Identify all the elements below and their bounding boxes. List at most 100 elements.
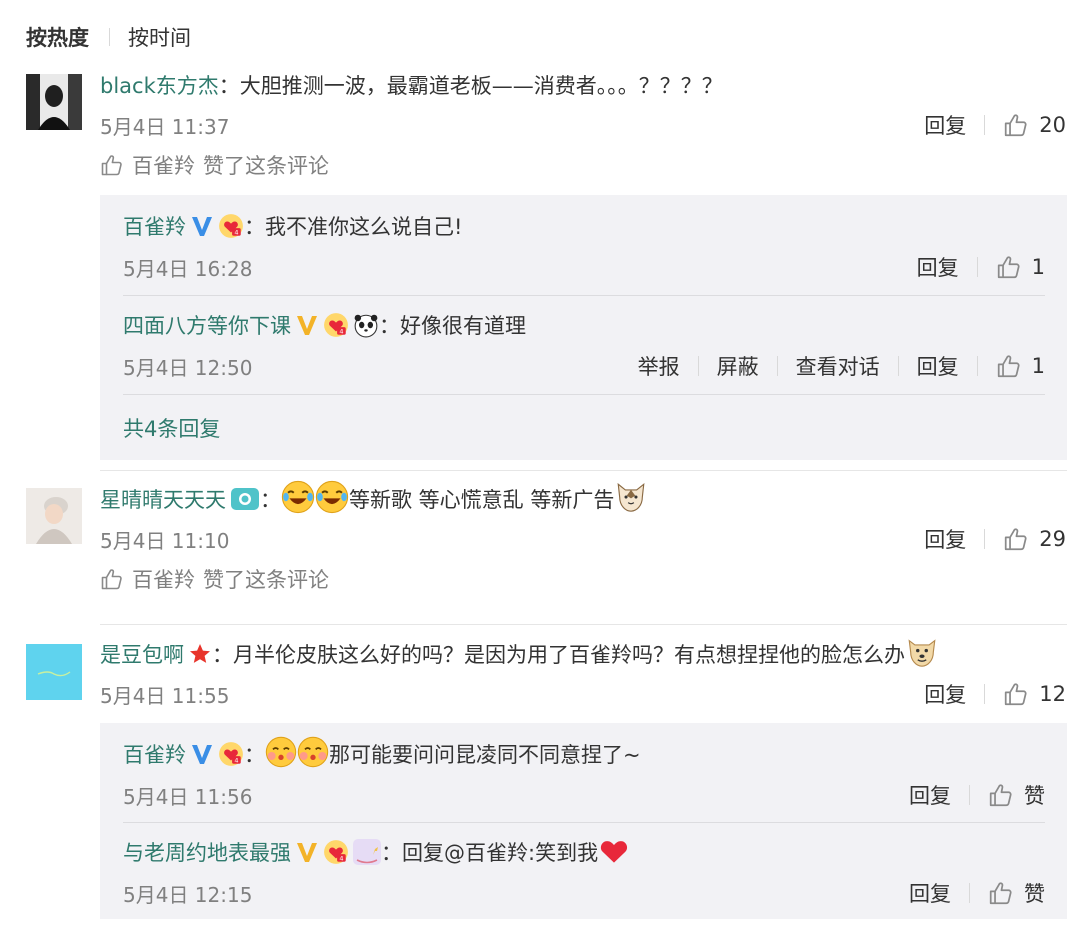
reply-button[interactable]: 回复 (917, 252, 959, 282)
member-heart-icon (323, 839, 349, 865)
like-button[interactable]: 1 (996, 254, 1045, 280)
reply-text: 好像很有道理 (400, 314, 526, 338)
comment-text: 等新歌 等心慌意乱 等新广告 (349, 488, 615, 512)
divider (100, 470, 1067, 471)
avatar[interactable] (26, 644, 82, 700)
reply-username[interactable]: 百雀羚 (123, 211, 186, 241)
more-replies-link[interactable]: 共4条回复 (123, 413, 220, 443)
colon: ： (218, 74, 240, 98)
reply-text: 回复@百雀羚:笑到我 (402, 841, 599, 865)
comment-time: 5月4日 11:10 (100, 528, 230, 553)
reply-button[interactable]: 回复 (909, 780, 951, 810)
reply-button[interactable]: 回复 (924, 524, 966, 554)
divider (976, 257, 978, 277)
laugh-cry-emoji-icon (315, 480, 349, 519)
comment-username[interactable]: 是豆包啊 (100, 639, 184, 669)
thumbs-up-icon (100, 153, 124, 177)
reply-time: 5月4日 16:28 (123, 256, 253, 281)
divider (109, 28, 110, 46)
reply-text: 那可能要问问昆凌同不同意捏了~ (329, 743, 641, 767)
reply-button[interactable]: 回复 (924, 679, 966, 709)
reply-button[interactable]: 回复 (924, 110, 966, 140)
like-button[interactable]: 赞 (988, 780, 1045, 810)
dog-emoji-icon (905, 635, 939, 674)
comment-actions: 回复 12 (924, 679, 1066, 709)
reply-username[interactable]: 与老周约地表最强 (123, 837, 291, 867)
divider (697, 356, 699, 376)
like-button[interactable]: 1 (996, 353, 1045, 379)
comment-text: 大胆推测一波，最霸道老板——消费者。。。？？？？ (239, 74, 723, 98)
cat-emoji-icon (614, 480, 648, 519)
like-label: 赞 (1024, 784, 1045, 808)
reply-body: 百雀羚 ： 那可能要问问昆凌同不同意捏了~ (123, 739, 641, 769)
reply-time: 5月4日 11:56 (123, 784, 253, 809)
like-button[interactable]: 29 (1003, 526, 1066, 552)
colon: ： (212, 643, 233, 667)
colon: ： (244, 743, 265, 767)
like-count: 1 (1031, 354, 1045, 378)
thumbs-up-icon (1003, 526, 1029, 552)
like-button[interactable]: 赞 (988, 878, 1045, 908)
like-button[interactable]: 12 (1003, 681, 1066, 707)
red-heart-icon (598, 834, 630, 871)
author-liked-note: 百雀羚 赞了这条评论 (100, 564, 329, 594)
comment-body: 是豆包啊 ： 月半伦皮肤这么好的吗？是因为用了百雀羚吗？有点想捏捏他的脸怎么办 (100, 639, 939, 669)
divider (969, 883, 970, 903)
like-button[interactable]: 20 (1003, 112, 1066, 138)
divider (123, 822, 1045, 823)
view-dialog-button[interactable]: 查看对话 (796, 351, 880, 381)
reply-button[interactable]: 回复 (909, 878, 951, 908)
thumbs-up-icon (1003, 681, 1029, 707)
like-count: 29 (1039, 527, 1066, 551)
author-liked-note: 百雀羚 赞了这条评论 (100, 150, 329, 180)
liked-by-user[interactable]: 百雀羚 (132, 150, 195, 180)
colon: ： (260, 488, 281, 512)
divider (984, 684, 986, 704)
reply-list: 百雀羚 ： 那可能要问问昆凌同不同意捏了~ 5月4日 11:56 回复 赞 与老… (100, 723, 1067, 919)
divider (984, 529, 986, 549)
divider (123, 295, 1045, 296)
reply-button[interactable]: 回复 (917, 351, 959, 381)
member-heart-icon (218, 741, 244, 767)
verified-gold-icon (295, 313, 319, 337)
comment-username[interactable]: black东方杰 (100, 70, 219, 100)
member-heart-icon (218, 213, 244, 239)
camera-badge-icon (230, 486, 260, 512)
block-button[interactable]: 屏蔽 (717, 351, 759, 381)
star-badge-icon (188, 642, 212, 666)
verified-gold-icon (295, 840, 319, 864)
reply-actions: 举报 屏蔽 查看对话 回复 1 (638, 351, 1045, 381)
thumbs-up-icon (1003, 112, 1029, 138)
report-button[interactable]: 举报 (638, 351, 680, 381)
thumbs-up-icon (996, 254, 1022, 280)
sort-by-hot-tab[interactable]: 按热度 (26, 22, 89, 52)
comment-actions: 回复 29 (924, 524, 1066, 554)
comment-body: black东方杰 ： 大胆推测一波，最霸道老板——消费者。。。？？？？ (100, 70, 723, 100)
reply-text: 我不准你这么说自己! (265, 215, 463, 239)
pinch-face-emoji-icon (265, 736, 297, 773)
like-label: 赞 (1024, 882, 1045, 906)
avatar[interactable] (26, 74, 82, 130)
divider (897, 356, 899, 376)
divider (123, 394, 1045, 395)
reply-time: 5月4日 12:50 (123, 355, 253, 380)
comment-actions: 回复 20 (924, 110, 1066, 140)
thumbs-up-icon (100, 567, 124, 591)
reply-list: 百雀羚 ： 我不准你这么说自己! 5月4日 16:28 回复 1 四面八方等你下… (100, 195, 1067, 460)
divider (976, 356, 978, 376)
sort-by-time-tab[interactable]: 按时间 (128, 22, 191, 52)
member-heart-icon (323, 312, 349, 338)
avatar[interactable] (26, 488, 82, 544)
reply-actions: 回复 赞 (909, 780, 1045, 810)
comment-username[interactable]: 星晴晴天天天 (100, 484, 226, 514)
reply-username[interactable]: 百雀羚 (123, 739, 186, 769)
thumbs-up-icon (996, 353, 1022, 379)
liked-by-user[interactable]: 百雀羚 (132, 564, 195, 594)
verified-blue-icon (190, 214, 214, 238)
comment-time: 5月4日 11:55 (100, 683, 230, 708)
verified-blue-icon (190, 742, 214, 766)
thumbs-up-icon (988, 880, 1014, 906)
comment-body: 星晴晴天天天 ： 等新歌 等心慌意乱 等新广告 (100, 484, 648, 514)
reply-username[interactable]: 四面八方等你下课 (123, 310, 291, 340)
colon: ： (379, 314, 400, 338)
